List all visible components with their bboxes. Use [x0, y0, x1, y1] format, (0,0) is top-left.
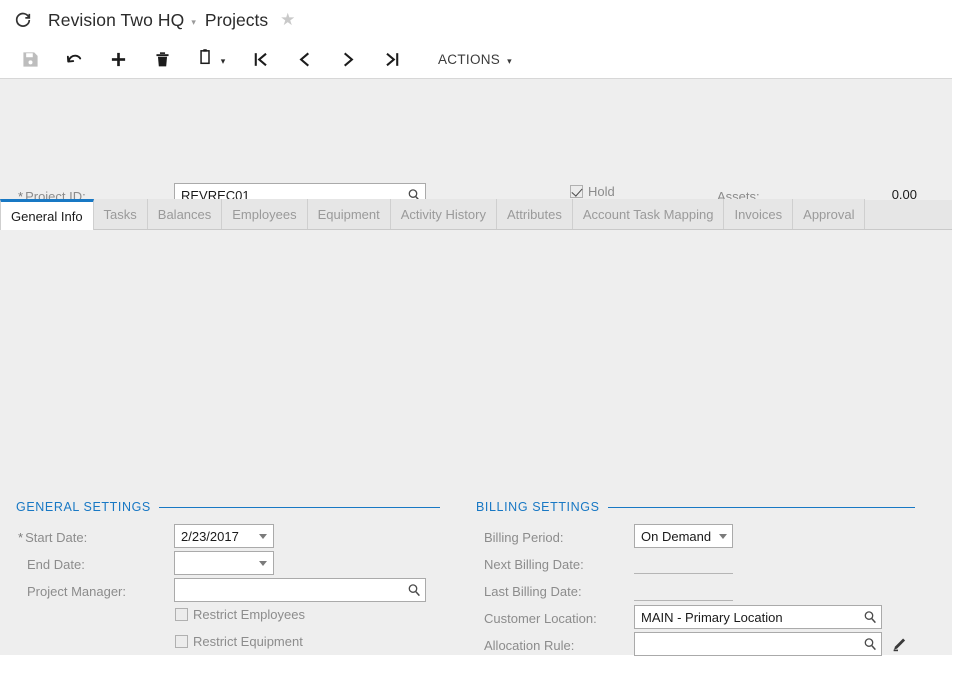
- calendar-dropdown-icon[interactable]: [259, 533, 267, 539]
- tab-equipment[interactable]: Equipment: [307, 199, 391, 229]
- page-title: Projects: [204, 9, 269, 30]
- project-manager-field[interactable]: [174, 578, 426, 602]
- last-billing-date-value: [634, 579, 733, 601]
- tab-label: Equipment: [317, 206, 380, 222]
- tab-employees[interactable]: Employees: [222, 199, 308, 229]
- billing-period-value: On Demand: [641, 528, 712, 544]
- tab-tasks[interactable]: Tasks: [93, 199, 148, 229]
- billing-period-label: Billing Period:: [484, 530, 564, 545]
- tab-attributes[interactable]: Attributes: [496, 199, 573, 229]
- save-button[interactable]: [8, 42, 52, 76]
- chevron-down-icon: ▾: [220, 55, 226, 66]
- billing-period-field[interactable]: On Demand: [634, 524, 733, 548]
- restrict-equipment-label: Restrict Equipment: [193, 634, 303, 649]
- tab-approval[interactable]: Approval: [793, 199, 866, 229]
- end-date-label: End Date:: [27, 557, 85, 572]
- tab-bar: General Info Tasks Balances Employees Eq…: [0, 199, 957, 230]
- restrict-employees-label: Restrict Employees: [193, 607, 305, 622]
- restrict-employees-checkbox[interactable]: Restrict Employees: [175, 607, 305, 622]
- section-rule: [607, 506, 915, 508]
- last-record-button[interactable]: [370, 42, 414, 76]
- checkbox-box: [175, 608, 188, 621]
- page-footer: [0, 659, 957, 677]
- tab-account-task-mapping[interactable]: Account Task Mapping: [572, 199, 725, 229]
- tab-label: Activity History: [400, 206, 486, 222]
- chevron-down-icon: ▾: [507, 55, 512, 66]
- restrict-equipment-checkbox[interactable]: Restrict Equipment: [175, 634, 303, 649]
- hold-label: Hold: [588, 184, 615, 199]
- section-title: BILLING SETTINGS: [476, 500, 600, 514]
- tab-general-info[interactable]: General Info: [0, 199, 94, 230]
- checkbox-box: [175, 635, 188, 648]
- general-info-panel: GENERAL SETTINGS * Start Date: 2/23/2017 …: [0, 230, 957, 677]
- customer-location-field[interactable]: MAIN - Primary Location: [634, 605, 882, 629]
- next-record-button[interactable]: [326, 42, 370, 76]
- checkbox-box: [570, 185, 583, 198]
- next-billing-date-value: [634, 552, 733, 574]
- hold-checkbox[interactable]: Hold: [570, 184, 615, 199]
- tab-label: Account Task Mapping: [582, 206, 714, 222]
- chevron-down-icon[interactable]: ▾: [191, 17, 196, 27]
- start-date-label: * Start Date:: [18, 530, 88, 545]
- delete-button[interactable]: [140, 42, 184, 76]
- tab-label: Approval: [803, 206, 855, 222]
- start-date-field[interactable]: 2/23/2017: [174, 524, 274, 548]
- chevron-down-icon[interactable]: [719, 533, 728, 539]
- billing-settings-header: BILLING SETTINGS: [476, 500, 915, 514]
- add-button[interactable]: [96, 42, 140, 76]
- tab-label: Invoices: [734, 206, 783, 222]
- page-right-margin: [952, 0, 957, 677]
- summary-panel: *Project ID: Customer: Template ID: *Des…: [0, 79, 957, 287]
- title-bar: Revision Two HQ ▾ Projects ★: [0, 0, 957, 40]
- favorite-star-icon[interactable]: ★: [280, 11, 295, 28]
- section-rule: [158, 506, 440, 508]
- search-icon[interactable]: [863, 637, 877, 651]
- site-title[interactable]: Revision Two HQ: [48, 10, 184, 31]
- project-manager-label: Project Manager:: [27, 584, 126, 599]
- copy-paste-split-button[interactable]: ▾: [184, 42, 238, 76]
- tab-balances[interactable]: Balances: [147, 199, 223, 229]
- actions-label: ACTIONS: [438, 51, 501, 67]
- actions-menu-button[interactable]: ACTIONS ▾: [432, 42, 518, 76]
- clipboard-icon: [197, 48, 214, 70]
- tab-label: Balances: [157, 206, 212, 222]
- tab-label: Attributes: [506, 206, 562, 222]
- allocation-rule-field[interactable]: [634, 632, 882, 656]
- first-record-button[interactable]: [238, 42, 282, 76]
- next-billing-date-label: Next Billing Date:: [484, 557, 584, 572]
- calendar-dropdown-icon[interactable]: [259, 560, 267, 566]
- projects-screen: Revision Two HQ ▾ Projects ★ ▾ ACTIONS ▾…: [0, 0, 957, 677]
- tab-invoices[interactable]: Invoices: [724, 199, 794, 229]
- tab-activity-history[interactable]: Activity History: [390, 199, 497, 229]
- allocation-rule-edit-icon[interactable]: [892, 636, 908, 652]
- toolbar: ▾ ACTIONS ▾: [0, 40, 957, 79]
- tab-label: Tasks: [103, 206, 137, 222]
- allocation-rule-label: Allocation Rule:: [484, 638, 575, 653]
- start-date-value: 2/23/2017: [181, 528, 239, 544]
- search-icon[interactable]: [863, 610, 877, 624]
- customer-location-value: MAIN - Primary Location: [641, 609, 783, 625]
- last-billing-date-label: Last Billing Date:: [484, 584, 582, 599]
- refresh-icon[interactable]: [14, 11, 32, 29]
- section-title: GENERAL SETTINGS: [16, 500, 151, 514]
- customer-location-label: Customer Location:: [484, 611, 597, 626]
- search-icon[interactable]: [407, 583, 421, 597]
- general-settings-header: GENERAL SETTINGS: [16, 500, 440, 514]
- tab-label: General Info: [11, 208, 83, 224]
- previous-record-button[interactable]: [282, 42, 326, 76]
- tab-label: Employees: [232, 206, 297, 222]
- end-date-field[interactable]: [174, 551, 274, 575]
- undo-button[interactable]: [52, 42, 96, 76]
- required-marker: *: [18, 530, 24, 545]
